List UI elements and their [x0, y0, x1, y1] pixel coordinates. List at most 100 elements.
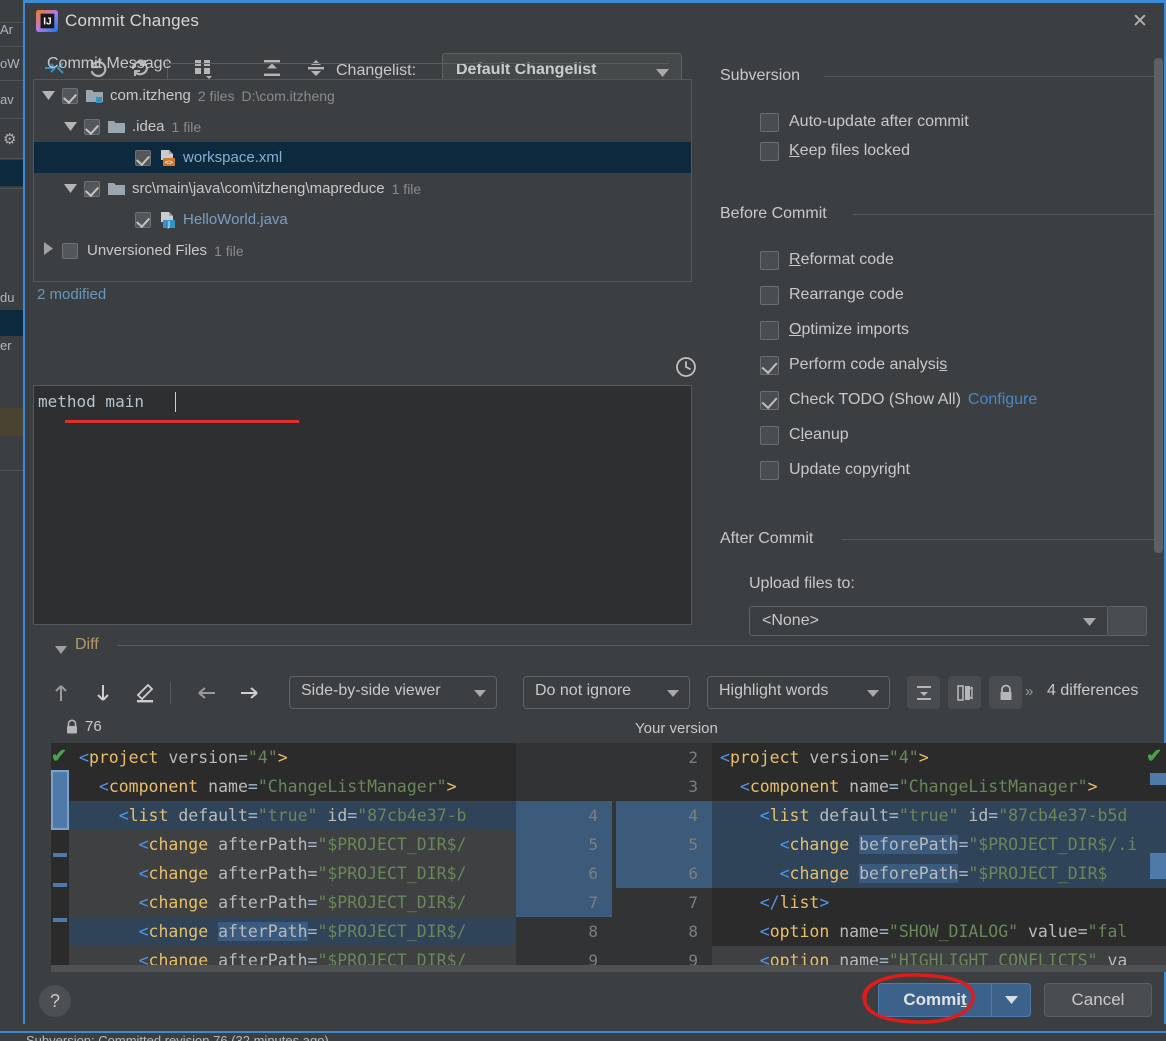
checkbox[interactable]	[760, 250, 779, 270]
twisty-down-icon[interactable]	[42, 87, 55, 105]
tree-meta: 1 file	[391, 180, 422, 197]
group-divider	[853, 214, 1158, 215]
arrow-up-icon[interactable]	[43, 675, 79, 711]
tree-checkbox[interactable]	[135, 149, 151, 166]
gear-icon: ⚙	[3, 131, 17, 148]
checkbox[interactable]	[760, 390, 779, 410]
diff-highlight-select[interactable]: Highlight words	[707, 676, 890, 709]
options-scrollbar[interactable]	[1154, 58, 1163, 553]
diff-highlight-value: Highlight words	[719, 682, 829, 699]
option-check-todo[interactable]: Check TODO (Show All) Configure	[760, 389, 1037, 411]
tree-row-helloworld-java[interactable]: J HelloWorld.java	[34, 204, 691, 235]
option-cleanup[interactable]: Cleanup	[760, 424, 849, 446]
tree-row-project[interactable]: com.itzheng 2 files D:\com.itzheng	[34, 80, 691, 111]
chevron-down-icon	[1004, 996, 1018, 1004]
code-line: <change afterPath="$PROJECT_DIR$/	[138, 922, 467, 941]
tree-row-src-mapreduce[interactable]: src\main\java\com\itzheng\mapreduce 1 fi…	[34, 173, 691, 204]
tree-row-workspace-xml[interactable]: <> workspace.xml	[34, 142, 691, 173]
checkbox[interactable]	[760, 141, 779, 161]
bg-fragment-3: du	[0, 290, 15, 305]
close-icon[interactable]: ✕	[1128, 10, 1152, 34]
tree-checkbox[interactable]	[84, 118, 100, 135]
help-button[interactable]: ?	[39, 985, 71, 1017]
group-title-before-commit: Before Commit	[720, 205, 827, 222]
diff-viewer-select[interactable]: Side-by-side viewer	[289, 676, 497, 709]
code-line: <list default="true" id="87cb4e37-b	[118, 806, 467, 825]
code-line: <list default="true" id="87cb4e37-b5d	[759, 806, 1128, 825]
line-number: 2	[688, 748, 698, 767]
option-optimize-imports[interactable]: Optimize imports	[760, 319, 909, 341]
read-only-lock-icon[interactable]	[989, 676, 1022, 709]
changed-files-tree[interactable]: com.itzheng 2 files D:\com.itzheng .idea…	[33, 79, 692, 282]
diff-pane-left[interactable]: ✔ <project version="4"> <component name=…	[51, 743, 516, 971]
option-auto-update-after-commit[interactable]: Auto-update after commit	[760, 111, 969, 133]
option-rearrange-code[interactable]: Rearrange code	[760, 284, 904, 306]
upload-files-select[interactable]: <None>	[749, 606, 1109, 636]
commit-message-divider	[165, 63, 669, 64]
bg-fragment-4: er	[0, 338, 12, 353]
diff-viewer-value: Side-by-side viewer	[301, 682, 441, 699]
diff-horizontal-scrollbar[interactable]	[51, 965, 1166, 972]
upload-browse-button[interactable]	[1107, 606, 1147, 636]
status-bar-text: Subversion: Committed revision 76 (32 mi…	[26, 1033, 329, 1041]
line-number: 4	[688, 806, 698, 825]
chevron-down-icon	[667, 690, 679, 697]
checkbox[interactable]	[760, 355, 779, 375]
diff-viewer[interactable]: ✔ <project version="4"> <component name=…	[51, 743, 1166, 971]
option-reformat-code[interactable]: Reformat code	[760, 249, 894, 271]
commit-dropdown-button[interactable]	[991, 983, 1031, 1017]
diff-pane-right[interactable]: <project version="4"> <component name="C…	[712, 743, 1166, 971]
collapse-unchanged-icon[interactable]	[907, 676, 940, 709]
chevron-down-icon	[867, 690, 879, 697]
option-perform-code-analysis[interactable]: Perform code analysis	[760, 354, 947, 376]
code-line: <change beforePath="$PROJECT_DIR$	[779, 864, 1108, 883]
tree-checkbox[interactable]	[84, 180, 100, 197]
tree-row-unversioned[interactable]: Unversioned Files 1 file	[34, 235, 691, 266]
chevron-down-icon	[474, 690, 486, 697]
diff-ignore-select[interactable]: Do not ignore	[523, 676, 690, 709]
gutter-right-numbers: 2 3 4 5 6 7 8 9	[612, 743, 712, 971]
tree-checkbox[interactable]	[62, 242, 78, 259]
chevron-right-double-icon[interactable]: »	[1025, 683, 1033, 700]
checkbox[interactable]	[760, 285, 779, 305]
cancel-button[interactable]: Cancel	[1044, 983, 1152, 1017]
option-update-copyright[interactable]: Update copyright	[760, 459, 910, 481]
tree-path: D:\com.itzheng	[241, 87, 335, 104]
commit-options-panel: Subversion Auto-update after commit Keep…	[720, 55, 1166, 630]
tree-meta: 1 file	[214, 242, 244, 259]
intellij-idea-icon: IJ	[36, 10, 58, 32]
arrow-down-icon[interactable]	[85, 675, 121, 711]
group-title-subversion: Subversion	[720, 67, 801, 84]
checkbox[interactable]	[760, 460, 779, 480]
tree-label: com.itzheng	[110, 87, 191, 104]
upload-files-value: <None>	[762, 612, 819, 629]
group-title-after-commit: After Commit	[720, 530, 814, 547]
twisty-down-icon[interactable]	[64, 118, 77, 136]
checkbox[interactable]	[760, 112, 779, 132]
line-number: 8	[588, 922, 598, 941]
twisty-down-icon[interactable]	[64, 180, 77, 198]
left-ok-check-icon: ✔	[51, 746, 67, 767]
arrow-left-icon[interactable]	[189, 675, 225, 711]
svg-text:<>: <>	[165, 158, 173, 166]
tree-row-idea[interactable]: .idea 1 file	[34, 111, 691, 142]
checkbox[interactable]	[760, 320, 779, 340]
clock-history-icon[interactable]	[675, 356, 697, 378]
code-line: <change afterPath="$PROJECT_DIR$/	[138, 893, 467, 912]
tree-checkbox[interactable]	[135, 211, 151, 228]
configure-link[interactable]: Configure	[968, 391, 1037, 409]
pencil-icon[interactable]	[127, 675, 163, 711]
arrow-right-icon[interactable]	[231, 675, 267, 711]
checkbox[interactable]	[760, 425, 779, 445]
right-ok-check-icon: ✔	[1146, 746, 1162, 767]
left-version-header: 76	[65, 718, 102, 735]
twisty-right-icon[interactable]	[44, 241, 53, 260]
sync-scroll-icon[interactable]	[948, 676, 981, 709]
option-keep-files-locked[interactable]: Keep files locked	[760, 140, 910, 162]
option-label: Check TODO (Show All)	[789, 391, 961, 408]
module-folder-icon	[86, 88, 103, 104]
tree-checkbox[interactable]	[62, 87, 78, 104]
commit-button[interactable]: Commi t	[878, 983, 991, 1017]
differences-count: 4 differences	[1047, 682, 1139, 699]
diff-collapse-twisty[interactable]	[55, 641, 67, 659]
